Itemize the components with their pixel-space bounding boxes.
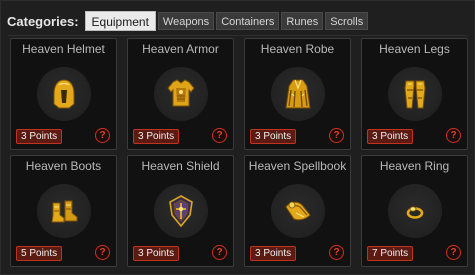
ring-icon xyxy=(406,206,423,219)
points-badge: 3 Points xyxy=(16,129,63,144)
item-slot xyxy=(270,184,325,238)
helmet-icon xyxy=(53,79,74,109)
points-badge: 3 Points xyxy=(367,129,414,144)
categories-label: Categories: xyxy=(7,13,79,29)
points-badge: 3 Points xyxy=(133,129,180,144)
help-button[interactable]: ? xyxy=(446,128,461,143)
points-badge: 7 Points xyxy=(367,246,414,261)
tab-containers[interactable]: Containers xyxy=(216,12,280,30)
item-slot xyxy=(36,67,91,121)
item-slot xyxy=(153,67,208,121)
help-button[interactable]: ? xyxy=(446,245,461,260)
tab-scrolls[interactable]: Scrolls xyxy=(325,12,369,30)
item-slot xyxy=(270,67,325,121)
category-bar: Categories: Equipment Weapons Containers… xyxy=(7,11,370,31)
armor-icon xyxy=(166,79,195,107)
tab-weapons[interactable]: Weapons xyxy=(157,12,215,30)
item-slot xyxy=(36,184,91,238)
item-card-heaven-legs[interactable]: Heaven Legs 3 Points ? xyxy=(361,38,468,150)
item-title: Heaven Armor xyxy=(142,42,219,56)
legs-icon xyxy=(403,80,426,109)
points-badge: 3 Points xyxy=(133,246,180,261)
boots-icon xyxy=(50,200,77,223)
help-button[interactable]: ? xyxy=(95,128,110,143)
item-grid: Heaven Helmet 3 Points ? Heaven Armor 3 … xyxy=(8,35,468,267)
item-title: Heaven Shield xyxy=(141,159,220,173)
item-slot xyxy=(387,67,442,121)
item-title: Heaven Helmet xyxy=(22,42,105,56)
item-title: Heaven Spellbook xyxy=(248,159,347,173)
help-button[interactable]: ? xyxy=(329,245,344,260)
help-button[interactable]: ? xyxy=(212,245,227,260)
item-card-heaven-boots[interactable]: Heaven Boots 5 Points ? xyxy=(10,155,117,267)
item-card-heaven-armor[interactable]: Heaven Armor 3 Points ? xyxy=(127,38,234,150)
shield-icon xyxy=(168,195,193,228)
item-card-heaven-shield[interactable]: Heaven Shield 3 Points ? xyxy=(127,155,234,267)
item-title: Heaven Robe xyxy=(260,42,335,56)
tab-runes[interactable]: Runes xyxy=(281,12,324,30)
item-card-heaven-ring[interactable]: Heaven Ring 7 Points ? xyxy=(361,155,468,267)
item-title: Heaven Boots xyxy=(25,159,102,173)
item-title: Heaven Legs xyxy=(379,42,450,56)
points-badge: 3 Points xyxy=(250,246,297,261)
item-card-heaven-robe[interactable]: Heaven Robe 3 Points ? xyxy=(244,38,351,150)
help-button[interactable]: ? xyxy=(212,128,227,143)
item-card-heaven-helmet[interactable]: Heaven Helmet 3 Points ? xyxy=(10,38,117,150)
spellbook-icon xyxy=(284,201,311,221)
help-button[interactable]: ? xyxy=(329,128,344,143)
robe-icon xyxy=(284,79,311,109)
item-card-heaven-spellbook[interactable]: Heaven Spellbook 3 Points ? xyxy=(244,155,351,267)
item-title: Heaven Ring xyxy=(379,159,450,173)
points-badge: 3 Points xyxy=(250,129,297,144)
item-slot xyxy=(387,184,442,238)
item-shop-panel: Categories: Equipment Weapons Containers… xyxy=(0,0,475,275)
tab-equipment[interactable]: Equipment xyxy=(84,11,156,31)
points-badge: 5 Points xyxy=(16,246,63,261)
help-button[interactable]: ? xyxy=(95,245,110,260)
item-slot xyxy=(153,184,208,238)
